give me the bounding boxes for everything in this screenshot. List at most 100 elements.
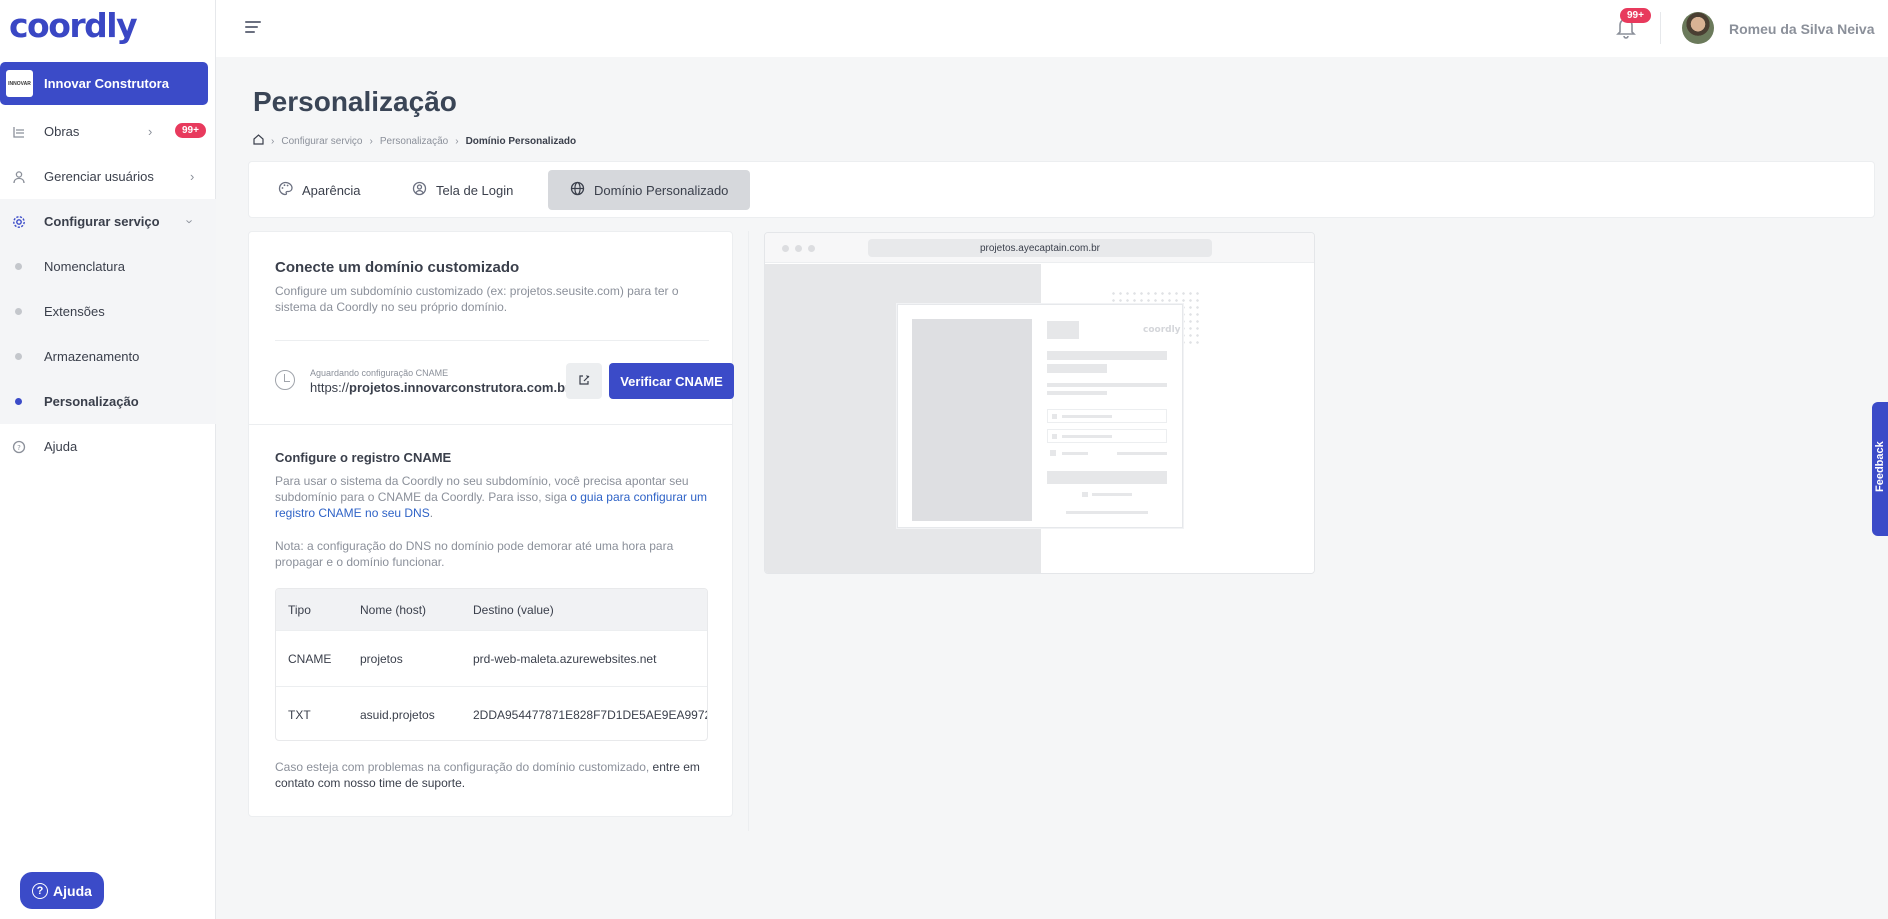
- mockup-image-placeholder: [912, 319, 1032, 521]
- obras-badge: 99+: [175, 123, 206, 138]
- gear-icon: [11, 214, 27, 230]
- sidebar-item-ajuda[interactable]: ? Ajuda: [0, 424, 216, 469]
- mockup-button: [1047, 471, 1167, 484]
- column-header: Tipo: [288, 602, 311, 617]
- window-dot-icon: [782, 245, 789, 252]
- sidebar-item-configurar-servico[interactable]: Configurar serviço ›: [0, 199, 216, 244]
- mockup-line: [1047, 383, 1167, 387]
- notifications-badge: 99+: [1620, 8, 1651, 23]
- tab-label: Aparência: [302, 182, 361, 198]
- globe-icon: [570, 181, 585, 199]
- browser-bar: projetos.ayecaptain.com.br: [765, 233, 1314, 263]
- feedback-tab[interactable]: Feedback: [1872, 402, 1888, 536]
- home-icon[interactable]: [253, 134, 264, 148]
- sidebar-item-label: Configurar serviço: [44, 214, 160, 229]
- support-text: Caso esteja com problemas na configuraçã…: [275, 760, 700, 790]
- sidebar-item-label: Obras: [44, 124, 80, 139]
- table-cell[interactable]: 2DDA954477871E828F7D1DE5AE9EA9972: [473, 687, 707, 740]
- breadcrumb-item[interactable]: Configurar serviço: [281, 136, 362, 147]
- sidebar-item-label: Extensões: [44, 304, 105, 319]
- topbar: 99+ Romeu da Silva Neiva: [216, 0, 1888, 57]
- chevron-down-icon: ›: [182, 219, 198, 224]
- status-label: Aguardando configuração CNAME: [310, 368, 449, 378]
- help-button-label: Ajuda: [53, 882, 92, 899]
- sidebar-item-label: Armazenamento: [44, 349, 140, 364]
- tab-tela-de-login[interactable]: Tela de Login: [390, 170, 535, 210]
- card-description: Configure um subdomínio customizado (ex:…: [275, 284, 679, 314]
- mockup-input-icon: [1052, 434, 1057, 439]
- window-dot-icon: [808, 245, 815, 252]
- table-cell: projetos: [360, 651, 403, 666]
- avatar[interactable]: [1682, 12, 1714, 44]
- user-name[interactable]: Romeu da Silva Neiva: [1729, 21, 1875, 37]
- floating-help-button[interactable]: ? Ajuda: [20, 872, 104, 909]
- mockup-line: [1062, 415, 1112, 418]
- sidebar-item-gerenciar-usuarios[interactable]: Gerenciar usuários ›: [0, 154, 216, 199]
- table-cell: TXT: [288, 707, 311, 722]
- org-selector[interactable]: INNOVAR Innovar Construtora: [0, 62, 208, 105]
- tab-aparencia[interactable]: Aparência: [256, 170, 383, 210]
- svg-text:?: ?: [17, 444, 21, 452]
- breadcrumb-item[interactable]: Personalização: [380, 136, 448, 147]
- mockup-line: [1047, 391, 1107, 395]
- help-icon: ?: [11, 439, 27, 455]
- breadcrumb: › Configurar serviço › Personalização › …: [253, 134, 576, 148]
- divider: [275, 340, 709, 341]
- custom-domain-card: Conecte um domínio customizado Configure…: [248, 231, 734, 817]
- login-mockup: coordly: [897, 304, 1183, 528]
- sidebar-item-armazenamento[interactable]: Armazenamento: [0, 334, 216, 379]
- menu-toggle-icon[interactable]: [245, 21, 261, 33]
- divider: [1660, 12, 1661, 44]
- mockup-logo-placeholder: [1047, 321, 1079, 339]
- layers-icon: [11, 124, 27, 140]
- domain-preview: projetos.ayecaptain.com.br coordly: [764, 232, 1315, 574]
- tab-dominio-personalizado[interactable]: Domínio Personalizado: [548, 170, 751, 210]
- mockup-checkbox: [1050, 450, 1056, 456]
- domain-url: https://projetos.innovarconstrutora.com.…: [310, 380, 574, 395]
- divider: [748, 231, 749, 831]
- mockup-input-icon: [1052, 414, 1057, 419]
- tab-label: Domínio Personalizado: [594, 182, 729, 198]
- user-icon: [11, 169, 27, 185]
- mockup-line: [1066, 511, 1148, 514]
- chevron-right-icon: ›: [369, 135, 373, 147]
- chevron-right-icon: ›: [190, 169, 195, 184]
- column-header: Destino (value): [473, 602, 554, 617]
- table-row: TXT asuid.projetos 2DDA954477871E828F7D1…: [276, 686, 707, 740]
- question-icon: ?: [32, 882, 49, 899]
- edit-domain-button[interactable]: [566, 363, 602, 399]
- mockup-line: [1082, 492, 1088, 497]
- sidebar-item-obras[interactable]: Obras › 99+: [0, 109, 216, 154]
- window-dot-icon: [795, 245, 802, 252]
- org-name: Innovar Construtora: [44, 76, 169, 91]
- mockup-line: [1062, 435, 1112, 438]
- sidebar-item-extensoes[interactable]: Extensões: [0, 289, 216, 334]
- bullet-icon: [15, 263, 22, 270]
- sidebar-item-personalizacao[interactable]: Personalização: [0, 379, 216, 424]
- cname-section-title: Configure o registro CNAME: [275, 450, 452, 465]
- bullet-icon: [15, 398, 22, 405]
- sidebar-item-label: Personalização: [44, 394, 139, 409]
- bullet-icon: [15, 353, 22, 360]
- feedback-label: Feedback: [1874, 441, 1886, 492]
- table-cell[interactable]: prd-web-maleta.azurewebsites.net: [473, 631, 656, 686]
- breadcrumb-current: Domínio Personalizado: [465, 135, 577, 147]
- palette-icon: [278, 181, 293, 199]
- tabs-bar: Aparência Tela de Login Domínio Personal…: [248, 161, 1875, 218]
- coordly-logo[interactable]: coordly: [9, 6, 138, 50]
- mockup-line: [1047, 351, 1167, 360]
- verify-cname-button[interactable]: Verificar CNAME: [609, 363, 734, 399]
- table-header: Tipo Nome (host) Destino (value): [276, 589, 707, 630]
- mockup-line: [1047, 364, 1107, 373]
- mockup-line: [1062, 452, 1088, 455]
- dns-note: Nota: a configuração do DNS no domínio p…: [275, 539, 674, 569]
- clock-icon: [275, 370, 295, 390]
- sidebar-item-label: Gerenciar usuários: [44, 169, 154, 184]
- page-title: Personalização: [253, 86, 457, 117]
- cname-instructions: Para usar o sistema da Coordly no seu su…: [275, 474, 707, 520]
- sidebar: coordly INNOVAR Innovar Construtora Obra…: [0, 0, 216, 919]
- dns-records-table: Tipo Nome (host) Destino (value) CNAME p…: [275, 588, 708, 741]
- sidebar-item-nomenclatura[interactable]: Nomenclatura: [0, 244, 216, 289]
- chevron-right-icon: ›: [148, 124, 153, 139]
- bullet-icon: [15, 308, 22, 315]
